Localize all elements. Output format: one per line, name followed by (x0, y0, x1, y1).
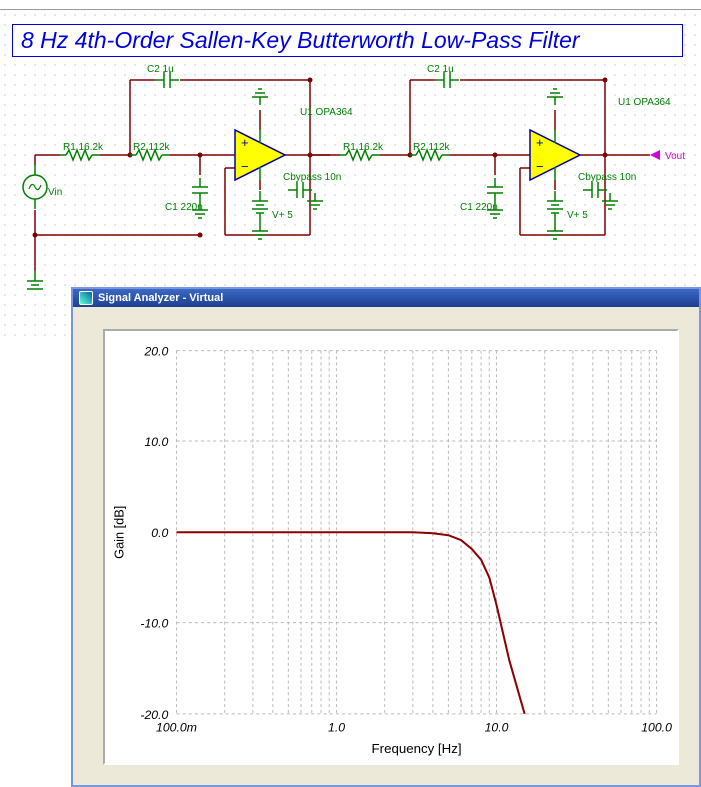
r2-label: R2 112k (133, 142, 171, 153)
c1b-label: C1 220n (460, 202, 498, 213)
r1-label: R1 16.2k (63, 142, 104, 153)
u1-label: U1 OPA364 (300, 107, 353, 118)
u1b-label: U1 OPA364 (618, 97, 671, 108)
ground-icon (252, 223, 268, 239)
xlabel: Frequency [Hz] (372, 741, 462, 756)
c1-label: C1 220n (165, 202, 203, 213)
vplusb-supply[interactable] (547, 191, 563, 223)
u1-opamp[interactable] (235, 130, 285, 180)
vout-label: Vout (665, 151, 685, 162)
analyzer-window[interactable]: Signal Analyzer - Virtual (71, 287, 701, 787)
vin-source[interactable] (23, 165, 47, 209)
ytick: -20.0 (140, 708, 168, 722)
xtick: 100.0 (641, 721, 672, 735)
vplus-supply[interactable] (252, 191, 268, 223)
analyzer-title: Signal Analyzer - Virtual (98, 292, 223, 304)
cbypassb-label: Cbypass 10n (578, 172, 636, 183)
ytick: 0.0 (151, 526, 168, 540)
vplusb-label: V+ 5 (567, 210, 588, 221)
vout-probe[interactable] (650, 150, 660, 160)
cbypass-capacitor[interactable] (288, 182, 312, 198)
u1b-opamp[interactable] (530, 130, 580, 180)
cbypass-label: Cbypass 10n (283, 172, 341, 183)
ground-icon (547, 89, 563, 105)
plot-area[interactable]: 20.0 10.0 0.0 -10.0 -20.0 100.0m 1.0 10.… (103, 329, 679, 765)
ytick: 10.0 (144, 435, 168, 449)
vin-label: Vin (48, 187, 62, 198)
r2b-label: R2 112k (413, 142, 451, 153)
c1b-capacitor[interactable] (487, 178, 503, 202)
ytick: -10.0 (140, 617, 168, 631)
schematic-canvas[interactable]: + − (0, 60, 701, 290)
analyzer-icon (79, 291, 93, 305)
ground-icon (547, 223, 563, 239)
ytick: 20.0 (143, 345, 168, 359)
ylabel: Gain [dB] (111, 506, 126, 559)
vplus-label: V+ 5 (272, 210, 293, 221)
xtick: 10.0 (485, 721, 509, 735)
xtick: 1.0 (328, 721, 345, 735)
toolbar[interactable] (0, 0, 701, 10)
xtick: 100.0m (156, 721, 197, 735)
c1-capacitor[interactable] (192, 178, 208, 202)
c2b-label: C2 1u (427, 64, 454, 75)
analyzer-titlebar[interactable]: Signal Analyzer - Virtual (73, 289, 699, 307)
schematic-title: 8 Hz 4th-Order Sallen-Key Butterworth Lo… (12, 24, 683, 57)
offset-supply[interactable] (27, 271, 43, 290)
c2-label: C2 1u (147, 64, 174, 75)
gain-plot: 20.0 10.0 0.0 -10.0 -20.0 100.0m 1.0 10.… (105, 331, 677, 763)
r1b-label: R1 16.2k (343, 142, 384, 153)
ground-icon (252, 89, 268, 105)
cbypassb-capacitor[interactable] (583, 182, 607, 198)
